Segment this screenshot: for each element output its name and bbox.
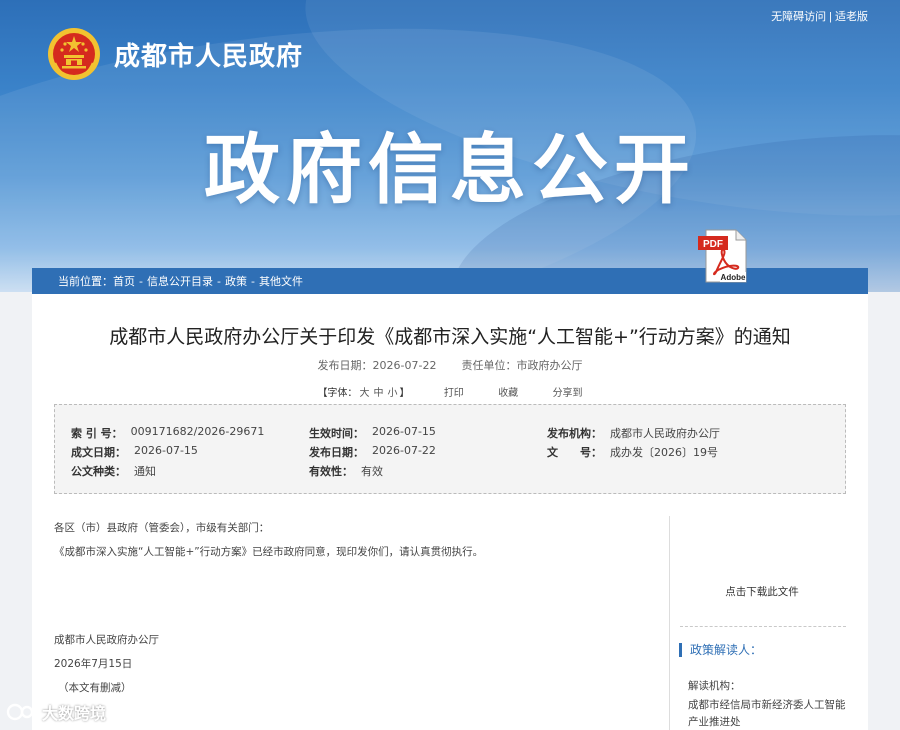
info-written-key: 成文日期： bbox=[71, 446, 126, 459]
info-validity-value: 有效 bbox=[361, 465, 383, 478]
font-small-button[interactable]: 小 bbox=[387, 388, 397, 399]
font-large-button[interactable]: 大 bbox=[359, 388, 369, 399]
document-info-box: 索 引 号： 009171682/2026-29671 生效时间： 2026-07-… bbox=[54, 404, 846, 494]
breadcrumb-home[interactable]: 首页 bbox=[113, 273, 135, 289]
info-docno: 文 号： 成办发〔2026〕19号 bbox=[547, 444, 718, 460]
pdf-badge-text: PDF bbox=[703, 239, 723, 250]
header-banner: 无障碍访问 | 适老版 成都市人民政府 政府信息公开 bbox=[0, 0, 900, 292]
body-date: 2026年7月15日 bbox=[54, 658, 133, 670]
print-button[interactable]: 打印 bbox=[444, 388, 464, 399]
article-title: 成都市人民政府办公厅关于印发《成都市深入实施“人工智能+”行动方案》的通知 bbox=[109, 326, 791, 348]
breadcrumb-separator: - bbox=[216, 274, 221, 288]
banner-title: 政府信息公开 bbox=[204, 125, 696, 214]
font-medium-button[interactable]: 中 bbox=[373, 388, 383, 399]
breadcrumb-policy[interactable]: 政策 bbox=[225, 273, 247, 289]
body-greeting: 各区（市）县政府（管委会），市级有关部门： bbox=[54, 522, 270, 534]
reader-org-label: 解读机构： bbox=[688, 680, 741, 692]
breadcrumb-other-files[interactable]: 其他文件 bbox=[259, 273, 303, 289]
link-separator: | bbox=[829, 11, 832, 23]
info-index: 索 引 号： 009171682/2026-29671 bbox=[71, 425, 264, 441]
info-effective-key: 生效时间： bbox=[309, 427, 364, 440]
article-tools: 【字体：大中小】 打印 收藏 分享到 bbox=[32, 384, 868, 399]
info-effective-value: 2026-07-15 bbox=[372, 425, 436, 438]
font-size-close: 】 bbox=[399, 388, 410, 399]
info-issuer: 发布机构： 成都市人民政府办公厅 bbox=[547, 425, 720, 441]
info-validity: 有效性： 有效 bbox=[309, 463, 383, 479]
breadcrumb-separator: - bbox=[139, 274, 143, 288]
publish-date: 2026-07-22 bbox=[372, 359, 437, 372]
info-publish-value: 2026-07-22 bbox=[372, 444, 436, 457]
reader-org-value: 成都市经信局市新经济委人工智能产业推进处 bbox=[688, 699, 846, 728]
unit-label: 责任单位： bbox=[461, 359, 517, 372]
publish-date-label: 发布日期： bbox=[317, 359, 373, 372]
column-divider bbox=[669, 516, 670, 730]
info-publish-key: 发布日期： bbox=[309, 446, 364, 459]
body-signature: 成都市人民政府办公厅 bbox=[54, 634, 159, 646]
sidebar-divider bbox=[680, 626, 846, 627]
watermark: 大数跨境 bbox=[6, 700, 106, 724]
info-type-key: 公文种类： bbox=[71, 465, 126, 478]
info-docno-value: 成办发〔2026〕19号 bbox=[610, 446, 718, 459]
info-effective: 生效时间： 2026-07-15 bbox=[309, 425, 436, 441]
responsible-unit: 市政府办公厅 bbox=[516, 359, 583, 372]
elder-mode-link[interactable]: 适老版 bbox=[835, 11, 868, 23]
national-emblem-icon bbox=[48, 28, 100, 80]
breadcrumb-separator: - bbox=[250, 274, 255, 288]
top-links: 无障碍访问 | 适老版 bbox=[771, 8, 868, 24]
info-written-value: 2026-07-15 bbox=[134, 444, 198, 457]
accessible-link[interactable]: 无障碍访问 bbox=[771, 11, 826, 23]
info-index-value: 009171682/2026-29671 bbox=[130, 425, 265, 438]
site-name[interactable]: 成都市人民政府 bbox=[114, 36, 303, 73]
info-type: 公文种类： 通知 bbox=[71, 463, 156, 479]
watermark-logo-icon bbox=[6, 703, 34, 721]
download-file-link[interactable]: 点击下载此文件 bbox=[692, 584, 832, 599]
breadcrumb-catalog[interactable]: 信息公开目录 bbox=[147, 273, 213, 289]
adobe-text: Adobe bbox=[721, 273, 746, 282]
info-docno-key: 文 号： bbox=[547, 446, 602, 459]
font-size-label: 【字体： bbox=[317, 388, 358, 399]
info-written: 成文日期： 2026-07-15 bbox=[71, 444, 198, 460]
info-index-key: 索 引 号： bbox=[71, 427, 123, 440]
info-validity-key: 有效性： bbox=[309, 465, 353, 478]
body-paragraph: 《成都市深入实施“人工智能+”行动方案》已经市政府同意，现印发你们，请认真贯彻执… bbox=[54, 546, 484, 558]
body-note: （本文有删减） bbox=[58, 682, 132, 694]
info-issuer-value: 成都市人民政府办公厅 bbox=[610, 427, 720, 440]
watermark-text: 大数跨境 bbox=[42, 704, 107, 723]
info-issuer-key: 发布机构： bbox=[547, 427, 602, 440]
breadcrumb-label: 当前位置： bbox=[58, 275, 113, 288]
article-panel: 成都市人民政府办公厅关于印发《成都市深入实施“人工智能+”行动方案》的通知 发布… bbox=[32, 294, 868, 730]
policy-reader-title: 政策解读人： bbox=[679, 643, 762, 657]
favorite-button[interactable]: 收藏 bbox=[498, 388, 518, 399]
share-button[interactable]: 分享到 bbox=[553, 388, 583, 399]
pdf-download-icon[interactable]: PDF Adobe bbox=[696, 228, 752, 284]
info-publish: 发布日期： 2026-07-22 bbox=[309, 444, 436, 460]
info-type-value: 通知 bbox=[134, 465, 156, 478]
article-meta: 发布日期：2026-07-22 责任单位：市政府办公厅 bbox=[32, 357, 868, 373]
